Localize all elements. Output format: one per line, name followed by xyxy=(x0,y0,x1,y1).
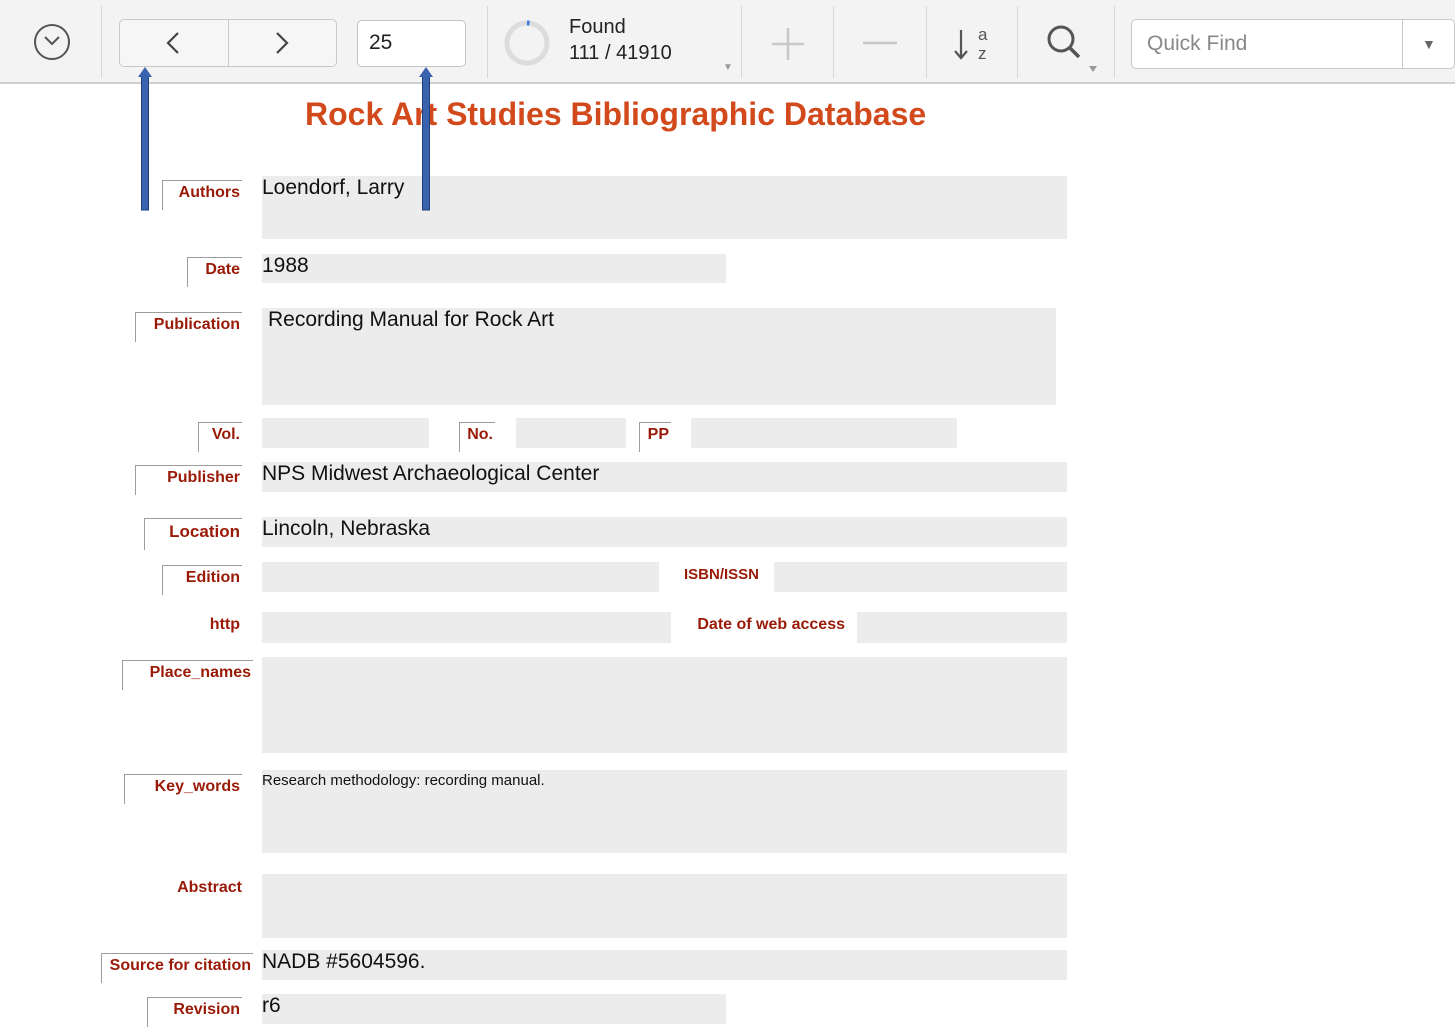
toolbar-divider xyxy=(487,6,488,78)
vol-label: Vol. xyxy=(198,422,242,452)
toolbar-divider xyxy=(926,6,927,78)
edition-label: Edition xyxy=(162,565,242,595)
chevron-left-icon xyxy=(166,32,179,54)
found-label: Found xyxy=(569,16,626,38)
pp-field[interactable] xyxy=(691,418,957,448)
publication-label: Publication xyxy=(135,312,242,342)
toolbar-divider xyxy=(741,6,742,78)
delete-record-icon[interactable] xyxy=(862,40,898,46)
edition-field[interactable] xyxy=(262,562,659,592)
page-title: Rock Art Studies Bibliographic Database xyxy=(305,96,927,132)
toolbar-divider xyxy=(833,6,834,78)
toolbar-divider xyxy=(1017,6,1018,78)
key-words-field[interactable]: Research methodology: recording manual. xyxy=(262,770,1067,853)
isbn-field[interactable] xyxy=(774,562,1067,592)
menu-chevron-button[interactable] xyxy=(34,24,70,60)
toolbar-divider xyxy=(1114,6,1115,78)
annotation-arrow-icon xyxy=(419,67,433,211)
web-access-field[interactable] xyxy=(857,612,1067,643)
annotation-arrow-icon xyxy=(138,67,152,211)
svg-text:a: a xyxy=(978,25,988,44)
toolbar-divider xyxy=(101,6,102,78)
revision-field[interactable]: r6 xyxy=(262,994,726,1024)
new-record-icon[interactable] xyxy=(770,26,806,62)
date-label: Date xyxy=(187,257,242,287)
place-names-field[interactable] xyxy=(262,657,1067,753)
isbn-label: ISBN/ISSN xyxy=(683,566,759,583)
chevron-right-icon xyxy=(276,32,289,54)
svg-text:z: z xyxy=(978,44,987,63)
found-set-pie-icon xyxy=(504,20,550,66)
record-navigation xyxy=(119,19,337,67)
publication-field[interactable]: Recording Manual for Rock Art xyxy=(262,308,1056,405)
pp-label: PP xyxy=(639,422,671,452)
found-dropdown-icon[interactable]: ▼ xyxy=(723,62,733,73)
date-field[interactable]: 1988 xyxy=(262,254,726,283)
abstract-field[interactable] xyxy=(262,874,1067,938)
quick-find-dropdown-icon[interactable]: ▼ xyxy=(1422,36,1436,52)
no-field[interactable] xyxy=(516,418,626,448)
place-names-label: Place_names xyxy=(122,660,253,690)
web-access-label: Date of web access xyxy=(697,616,845,633)
sort-icon[interactable]: a z xyxy=(951,24,995,64)
source-label: Source for citation xyxy=(101,953,253,983)
quick-find-input[interactable] xyxy=(1133,21,1399,67)
no-label: No. xyxy=(459,422,495,452)
authors-label: Authors xyxy=(162,180,242,210)
previous-record-button[interactable] xyxy=(120,20,229,66)
quick-find: ▼ xyxy=(1131,19,1455,69)
chevron-down-icon xyxy=(44,36,60,46)
key-words-label: Key_words xyxy=(124,774,242,804)
publisher-field[interactable]: NPS Midwest Archaeological Center xyxy=(262,462,1067,492)
quick-find-divider xyxy=(1402,20,1403,68)
next-record-button[interactable] xyxy=(229,20,337,66)
revision-label: Revision xyxy=(147,997,242,1027)
record-number-field[interactable]: 25 xyxy=(357,20,466,67)
http-field[interactable] xyxy=(262,612,671,643)
http-label: http xyxy=(209,616,240,633)
location-field[interactable]: Lincoln, Nebraska xyxy=(262,517,1067,547)
vol-field[interactable] xyxy=(262,418,429,448)
location-label: Location xyxy=(144,518,242,550)
search-icon[interactable] xyxy=(1046,24,1102,76)
found-count: 111 / 41910 xyxy=(569,42,672,64)
authors-field[interactable]: Loendorf, Larry xyxy=(262,176,1067,239)
source-field[interactable]: NADB #5604596. xyxy=(262,950,1067,980)
publisher-label: Publisher xyxy=(135,465,242,495)
abstract-label: Abstract xyxy=(177,879,242,896)
toolbar: 25 Found 111 / 41910 ▼ a z ▼ xyxy=(0,0,1455,84)
